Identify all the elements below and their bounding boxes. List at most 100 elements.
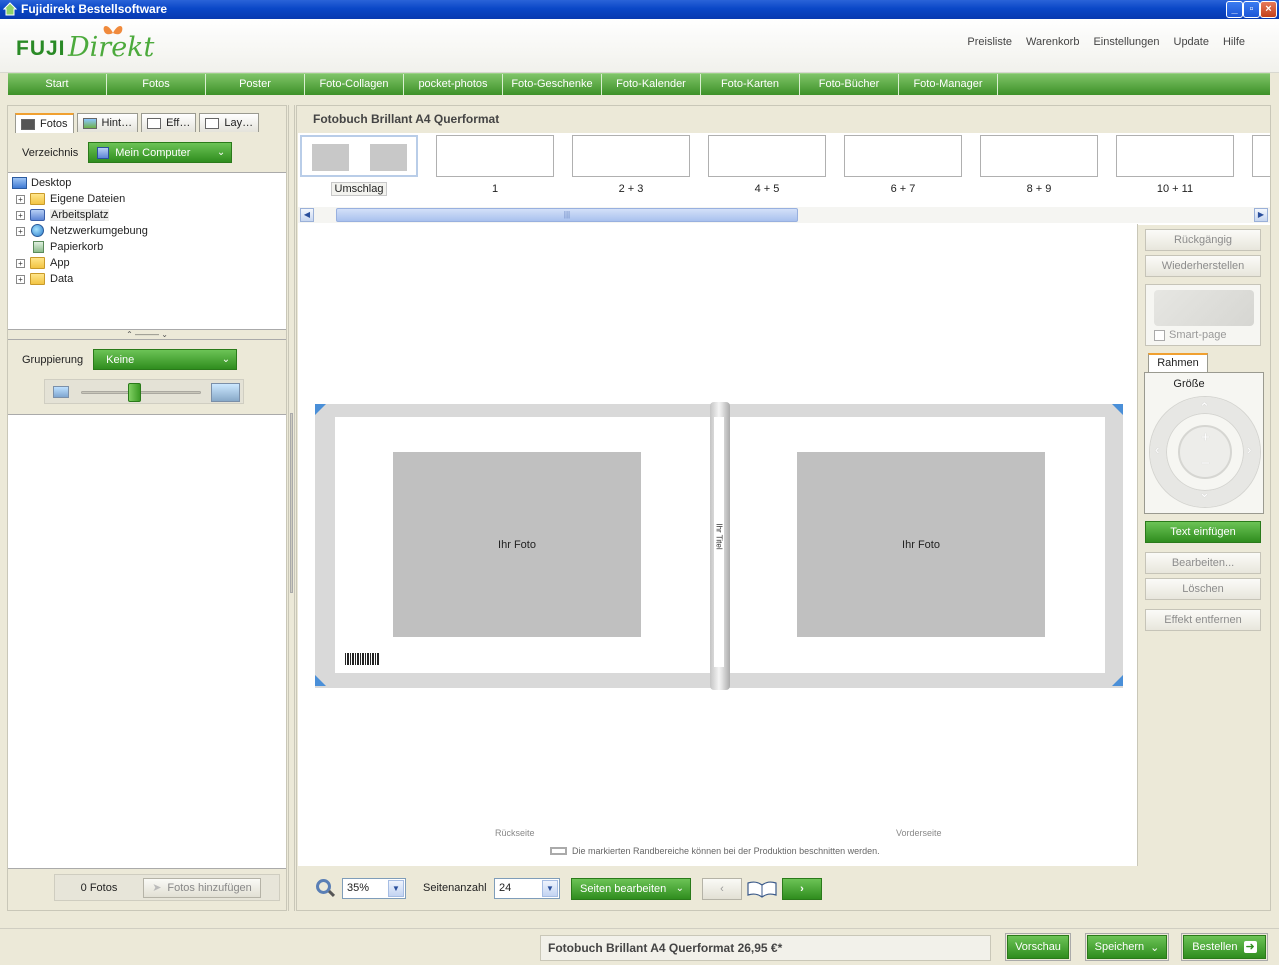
open-book-icon[interactable] bbox=[746, 879, 778, 899]
grouping-select[interactable]: Keine ⌄ bbox=[93, 349, 238, 370]
minus-icon[interactable]: − bbox=[1201, 455, 1210, 472]
thumbnail-page-8-9[interactable]: 8 + 9 bbox=[980, 135, 1098, 195]
slider-track[interactable] bbox=[81, 391, 201, 394]
left-panel: Fotos Hint… Eff… Lay… Verzeichnis Mein C… bbox=[7, 105, 287, 911]
nav-foto-geschenke[interactable]: Foto-Geschenke bbox=[503, 74, 602, 95]
chevron-down-icon[interactable]: ▼ bbox=[388, 880, 404, 897]
tab-effekte[interactable]: Eff… bbox=[141, 113, 197, 132]
thumb-photo bbox=[370, 144, 407, 171]
app-header: FUJI Direkt Preisliste Warenkorb Einstel… bbox=[0, 19, 1279, 73]
nav-fotos[interactable]: Fotos bbox=[107, 74, 206, 95]
plus-icon[interactable]: + bbox=[1201, 429, 1210, 446]
vertical-splitter[interactable] bbox=[288, 105, 295, 911]
splitter-grip[interactable] bbox=[290, 413, 293, 593]
tab-fotos[interactable]: Fotos bbox=[15, 113, 74, 133]
prev-page-button[interactable]: ‹ bbox=[702, 878, 742, 900]
directory-select[interactable]: Mein Computer ⌄ bbox=[88, 142, 233, 163]
thumbnail-preview bbox=[572, 135, 690, 177]
arrow-down-icon[interactable]: ⌄ bbox=[1199, 485, 1210, 501]
edit-button[interactable]: Bearbeiten... bbox=[1145, 552, 1261, 574]
order-button[interactable]: Bestellen ➜ bbox=[1181, 933, 1268, 961]
redo-button[interactable]: Wiederherstellen bbox=[1145, 255, 1261, 277]
photo-placeholder-front[interactable]: Ihr Foto bbox=[797, 452, 1045, 637]
thumbnail-page-6-7[interactable]: 6 + 7 bbox=[844, 135, 962, 195]
next-page-button[interactable]: › bbox=[782, 878, 822, 900]
nav-start[interactable]: Start bbox=[8, 74, 107, 95]
photo-placeholder-back[interactable]: Ihr Foto bbox=[393, 452, 641, 637]
tab-layouts[interactable]: Lay… bbox=[199, 113, 260, 132]
photo-list[interactable] bbox=[8, 414, 286, 869]
window-titlebar: Fujidirekt Bestellsoftware _ ▫ × bbox=[0, 0, 1279, 19]
panel-splitter[interactable]: ⌃ ——— ⌄ bbox=[8, 331, 286, 340]
chevron-down-icon: ⌄ bbox=[675, 883, 684, 894]
status-bar: Fotobuch Brillant A4 Querformat 26,95 €*… bbox=[0, 928, 1279, 965]
thumbnail-next[interactable] bbox=[1252, 135, 1270, 177]
add-photos-button[interactable]: ➤ Fotos hinzufügen bbox=[143, 877, 261, 898]
maximize-button[interactable]: ▫ bbox=[1243, 1, 1260, 18]
arrow-right-icon[interactable]: › bbox=[1247, 442, 1251, 457]
expand-icon[interactable]: + bbox=[16, 195, 25, 204]
tree-item-arbeitsplatz[interactable]: + Arbeitsplatz bbox=[8, 207, 286, 223]
link-preisliste[interactable]: Preisliste bbox=[967, 36, 1012, 48]
link-warenkorb[interactable]: Warenkorb bbox=[1026, 36, 1079, 48]
minimize-button[interactable]: _ bbox=[1226, 1, 1243, 18]
arrow-up-icon[interactable]: ⌃ bbox=[1199, 400, 1210, 416]
thumbnail-page-2-3[interactable]: 2 + 3 bbox=[572, 135, 690, 195]
link-update[interactable]: Update bbox=[1174, 36, 1209, 48]
close-button[interactable]: × bbox=[1260, 1, 1277, 18]
nav-foto-manager[interactable]: Foto-Manager bbox=[899, 74, 998, 95]
thumbnail-label: 4 + 5 bbox=[754, 183, 780, 195]
slider-thumb[interactable] bbox=[128, 383, 141, 402]
price-display: Fotobuch Brillant A4 Querformat 26,95 €* bbox=[540, 935, 991, 961]
preview-button[interactable]: Vorschau bbox=[1005, 933, 1071, 961]
expand-icon[interactable]: + bbox=[16, 275, 25, 284]
tab-rahmen[interactable]: Rahmen bbox=[1148, 353, 1208, 373]
butterfly-icon bbox=[103, 26, 123, 35]
smart-page-checkbox[interactable] bbox=[1154, 330, 1165, 341]
photo-placeholder-label: Ihr Foto bbox=[498, 538, 536, 551]
tree-item-desktop[interactable]: Desktop bbox=[8, 175, 286, 191]
tree-item-eigene-dateien[interactable]: + Eigene Dateien bbox=[8, 191, 286, 207]
nav-foto-buecher[interactable]: Foto-Bücher bbox=[800, 74, 899, 95]
nav-foto-kalender[interactable]: Foto-Kalender bbox=[602, 74, 701, 95]
expand-icon[interactable]: + bbox=[16, 259, 25, 268]
undo-button[interactable]: Rückgängig bbox=[1145, 229, 1261, 251]
insert-text-button[interactable]: Text einfügen bbox=[1145, 521, 1261, 543]
smart-page-box: Smart-page bbox=[1145, 284, 1261, 346]
corner-marker-icon bbox=[315, 404, 326, 415]
nav-poster[interactable]: Poster bbox=[206, 74, 305, 95]
expand-icon[interactable]: + bbox=[16, 211, 25, 220]
arrow-left-icon[interactable]: ‹ bbox=[1155, 442, 1159, 457]
tree-item-data[interactable]: + Data bbox=[8, 271, 286, 287]
link-hilfe[interactable]: Hilfe bbox=[1223, 36, 1245, 48]
tree-item-papierkorb[interactable]: Papierkorb bbox=[8, 239, 286, 255]
tree-item-netzwerkumgebung[interactable]: + Netzwerkumgebung bbox=[8, 223, 286, 239]
back-cover-page[interactable]: Ihr Foto bbox=[315, 404, 712, 688]
zoom-select[interactable]: 35% ▼ bbox=[342, 878, 406, 899]
delete-button[interactable]: Löschen bbox=[1145, 578, 1261, 600]
tree-item-app[interactable]: + App bbox=[8, 255, 286, 271]
page-count-select[interactable]: 24 ▼ bbox=[494, 878, 560, 899]
chevron-down-icon[interactable]: ▼ bbox=[542, 880, 558, 897]
edit-pages-button[interactable]: Seiten bearbeiten ⌄ bbox=[571, 878, 691, 900]
thumbnail-umschlag[interactable]: Umschlag bbox=[300, 135, 418, 196]
link-einstellungen[interactable]: Einstellungen bbox=[1093, 36, 1159, 48]
arrow-right-icon: ➤ bbox=[152, 882, 162, 894]
remove-effect-button[interactable]: Effekt entfernen bbox=[1145, 609, 1261, 631]
nav-foto-karten[interactable]: Foto-Karten bbox=[701, 74, 800, 95]
scroll-left-arrow[interactable]: ◀ bbox=[300, 208, 314, 222]
scroll-right-arrow[interactable]: ▶ bbox=[1254, 208, 1268, 222]
nav-foto-collagen[interactable]: Foto-Collagen bbox=[305, 74, 404, 95]
front-cover-page[interactable]: Ihr Foto bbox=[728, 404, 1123, 688]
nav-pocket-photos[interactable]: pocket-photos bbox=[404, 74, 503, 95]
book-spine[interactable]: Ihr Titel bbox=[710, 402, 730, 690]
thumbnail-page-4-5[interactable]: 4 + 5 bbox=[708, 135, 826, 195]
thumbnail-page-10-11[interactable]: 10 + 11 bbox=[1116, 135, 1234, 195]
thumbnail-scrollbar[interactable]: ◀ ||| ▶ bbox=[298, 207, 1270, 223]
thumbnail-page-1[interactable]: 1 bbox=[436, 135, 554, 195]
save-button[interactable]: Speichern ⌄ bbox=[1085, 933, 1169, 961]
expand-icon[interactable]: + bbox=[16, 227, 25, 236]
tab-hintergruende[interactable]: Hint… bbox=[76, 113, 139, 132]
scroll-thumb[interactable]: ||| bbox=[336, 208, 798, 222]
thumbnail-preview bbox=[708, 135, 826, 177]
